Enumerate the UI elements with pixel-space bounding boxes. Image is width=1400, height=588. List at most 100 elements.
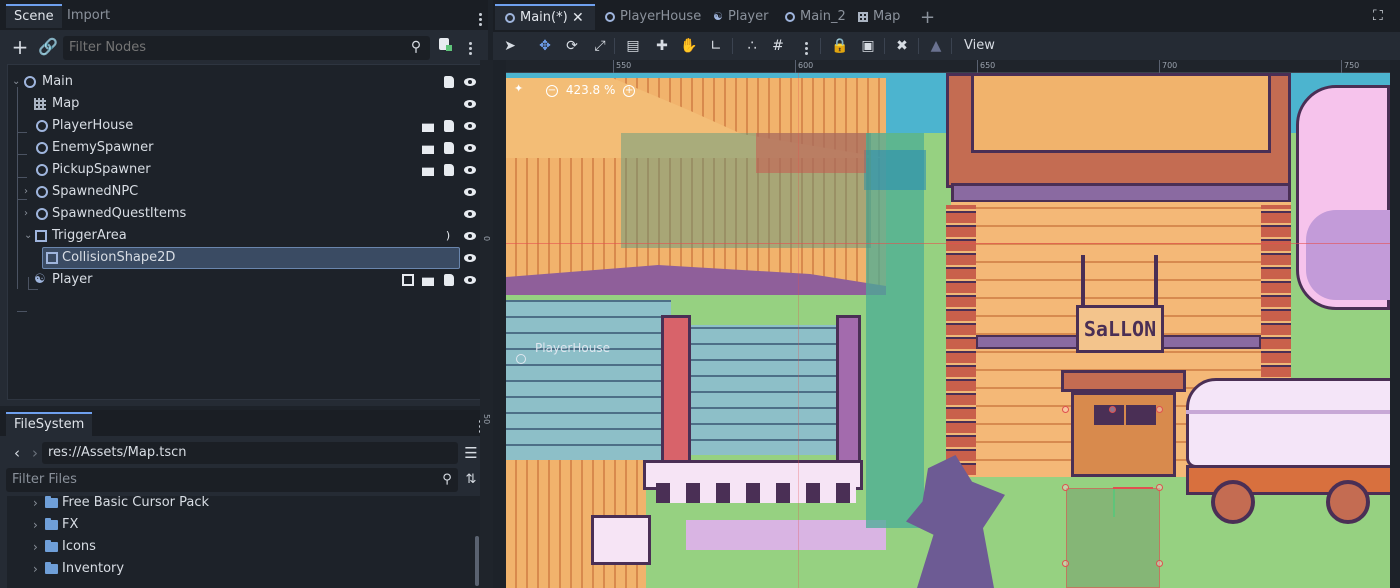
tree-node-pickupspawner[interactable]: PickupSpawner bbox=[8, 159, 484, 181]
scale-tool-icon[interactable]: ⤢ bbox=[590, 36, 610, 56]
resize-handle[interactable] bbox=[1109, 406, 1116, 413]
path-field[interactable]: res://Assets/Map.tscn bbox=[42, 442, 458, 464]
visibility-eye-icon[interactable] bbox=[464, 120, 476, 132]
visibility-eye-icon[interactable] bbox=[464, 76, 476, 88]
resize-handle[interactable] bbox=[1062, 484, 1069, 491]
left-dock: Scene Import + 🔗 ⚲ ⌄ bbox=[0, 0, 488, 588]
tree-node-main[interactable]: ⌄ Main bbox=[8, 71, 484, 93]
x-axis-gizmo[interactable] bbox=[1113, 487, 1153, 489]
folder-icon bbox=[45, 562, 58, 574]
view-menu[interactable]: View bbox=[964, 38, 995, 53]
scene-tab-playerhouse[interactable]: PlayerHouse bbox=[595, 4, 703, 30]
chevron-down-icon[interactable]: ⌄ bbox=[24, 225, 32, 247]
scene-tab-main-2[interactable]: Main_2 bbox=[775, 4, 847, 30]
zoom-out-icon[interactable]: − bbox=[546, 84, 558, 97]
node-label: TriggerArea bbox=[52, 228, 127, 243]
tree-node-collisionshape2d[interactable]: CollisionShape2D bbox=[8, 247, 484, 269]
bone-icon[interactable]: ✖ bbox=[892, 36, 912, 56]
add-tab-icon[interactable]: + bbox=[920, 7, 935, 28]
tree-node-spawnedquestitems[interactable]: › SpawnedQuestItems bbox=[8, 203, 484, 225]
resize-handle[interactable] bbox=[1156, 406, 1163, 413]
resize-handle[interactable] bbox=[1156, 560, 1163, 567]
filter-nodes-input[interactable] bbox=[63, 36, 430, 60]
visibility-eye-icon[interactable] bbox=[464, 208, 476, 220]
canvas-viewport[interactable]: SaLLON PlayerHouse ✦ − 423.8 % + 550 600… bbox=[506, 60, 1390, 588]
move-tool-icon[interactable]: ✥ bbox=[535, 36, 555, 56]
snap-options-icon[interactable] bbox=[804, 40, 808, 57]
script-icon[interactable] bbox=[444, 120, 454, 132]
distraction-free-icon[interactable]: ⛶ bbox=[1373, 8, 1383, 24]
script-icon[interactable] bbox=[444, 142, 454, 154]
group-icon[interactable]: ▣ bbox=[858, 36, 878, 56]
folder-icons[interactable]: › Icons bbox=[7, 536, 477, 558]
tree-node-playerhouse[interactable]: PlayerHouse bbox=[8, 115, 484, 137]
zoom-level[interactable]: 423.8 % bbox=[566, 83, 616, 97]
tab-filesystem[interactable]: FileSystem bbox=[6, 412, 93, 436]
visibility-eye-icon[interactable] bbox=[464, 164, 476, 176]
folder-inventory[interactable]: › Inventory bbox=[7, 558, 477, 580]
resize-handle[interactable] bbox=[1062, 406, 1069, 413]
tree-node-spawnednpc[interactable]: › SpawnedNPC bbox=[8, 181, 484, 203]
tab-scene[interactable]: Scene bbox=[6, 4, 62, 28]
lock-icon[interactable]: 🔒 bbox=[830, 36, 850, 56]
attach-script-icon[interactable] bbox=[434, 36, 456, 58]
tree-node-player[interactable]: ☯ Player bbox=[8, 269, 484, 291]
scene-tab-player[interactable]: ☯ Player bbox=[703, 4, 775, 30]
folder-fx[interactable]: › FX bbox=[7, 514, 477, 536]
node2d-icon bbox=[605, 12, 615, 22]
sort-icon[interactable]: ⇅ bbox=[460, 469, 482, 491]
visibility-eye-icon[interactable] bbox=[464, 186, 476, 198]
ruler-label: 650 bbox=[980, 61, 996, 70]
zoom-in-icon[interactable]: + bbox=[623, 84, 636, 97]
visibility-eye-icon[interactable] bbox=[464, 274, 476, 286]
chevron-right-icon[interactable]: › bbox=[24, 203, 28, 225]
close-icon[interactable]: ✕ bbox=[572, 6, 584, 30]
add-node-icon[interactable]: + bbox=[9, 36, 31, 58]
tree-node-enemyspawner[interactable]: EnemySpawner bbox=[8, 137, 484, 159]
smart-snap-icon[interactable]: ∴ bbox=[742, 36, 762, 56]
rotate-tool-icon[interactable]: ⟳ bbox=[562, 36, 582, 56]
open-scene-icon[interactable] bbox=[422, 145, 434, 154]
folder-free-basic-cursor-pack[interactable]: › Free Basic Cursor Pack bbox=[7, 492, 477, 514]
signal-icon[interactable]: ) bbox=[442, 230, 454, 242]
node-label: EnemySpawner bbox=[52, 140, 154, 155]
scene-tab-main[interactable]: Main(*) ✕ bbox=[495, 4, 595, 30]
y-axis-gizmo[interactable] bbox=[1113, 489, 1115, 517]
list-select-icon[interactable]: ▤ bbox=[623, 36, 643, 56]
open-scene-icon[interactable] bbox=[422, 277, 434, 286]
link-icon[interactable]: 🔗 bbox=[37, 36, 59, 58]
resize-handle[interactable] bbox=[1062, 560, 1069, 567]
tab-import[interactable]: Import bbox=[59, 4, 118, 28]
vertical-scrollbar[interactable] bbox=[1390, 60, 1400, 588]
visibility-eye-icon[interactable] bbox=[464, 252, 476, 264]
filter-files-input[interactable]: Filter Files bbox=[6, 468, 458, 492]
scrollbar[interactable] bbox=[475, 536, 479, 586]
grid-snap-icon[interactable]: # bbox=[768, 36, 788, 56]
scene-tab-map[interactable]: Map bbox=[848, 4, 908, 30]
ruler-tool-icon[interactable]: ∟ bbox=[706, 36, 726, 56]
visibility-eye-icon[interactable] bbox=[464, 98, 476, 110]
ruler-label: 750 bbox=[1344, 61, 1360, 70]
pivot-tool-icon[interactable]: ✚ bbox=[652, 36, 672, 56]
tree-node-map[interactable]: Map bbox=[8, 93, 484, 115]
scene-menu-icon[interactable] bbox=[468, 40, 472, 57]
group-icon[interactable] bbox=[402, 274, 414, 286]
chevron-right-icon[interactable]: › bbox=[24, 181, 28, 203]
tab-label: Map bbox=[873, 9, 901, 24]
tree-node-triggerarea[interactable]: ⌄ TriggerArea ) bbox=[8, 225, 484, 247]
pan-tool-icon[interactable]: ✋ bbox=[679, 36, 699, 56]
script-icon[interactable] bbox=[444, 164, 454, 176]
open-scene-icon[interactable] bbox=[422, 123, 434, 132]
select-tool-icon[interactable]: ➤ bbox=[500, 36, 520, 56]
script-icon[interactable] bbox=[444, 76, 454, 88]
visibility-eye-icon[interactable] bbox=[464, 142, 476, 154]
dock-menu-icon[interactable] bbox=[478, 11, 482, 28]
visibility-eye-icon[interactable] bbox=[464, 230, 476, 242]
horizontal-ruler: 550 600 650 700 750 bbox=[506, 60, 1390, 73]
script-icon[interactable] bbox=[444, 274, 454, 286]
resize-handle[interactable] bbox=[1156, 484, 1163, 491]
filesystem-tree: › Free Basic Cursor Pack › FX › Icons › … bbox=[7, 495, 485, 588]
list-view-icon[interactable]: ☰ bbox=[460, 442, 482, 464]
ruler-label: 600 bbox=[798, 61, 814, 70]
open-scene-icon[interactable] bbox=[422, 167, 434, 176]
